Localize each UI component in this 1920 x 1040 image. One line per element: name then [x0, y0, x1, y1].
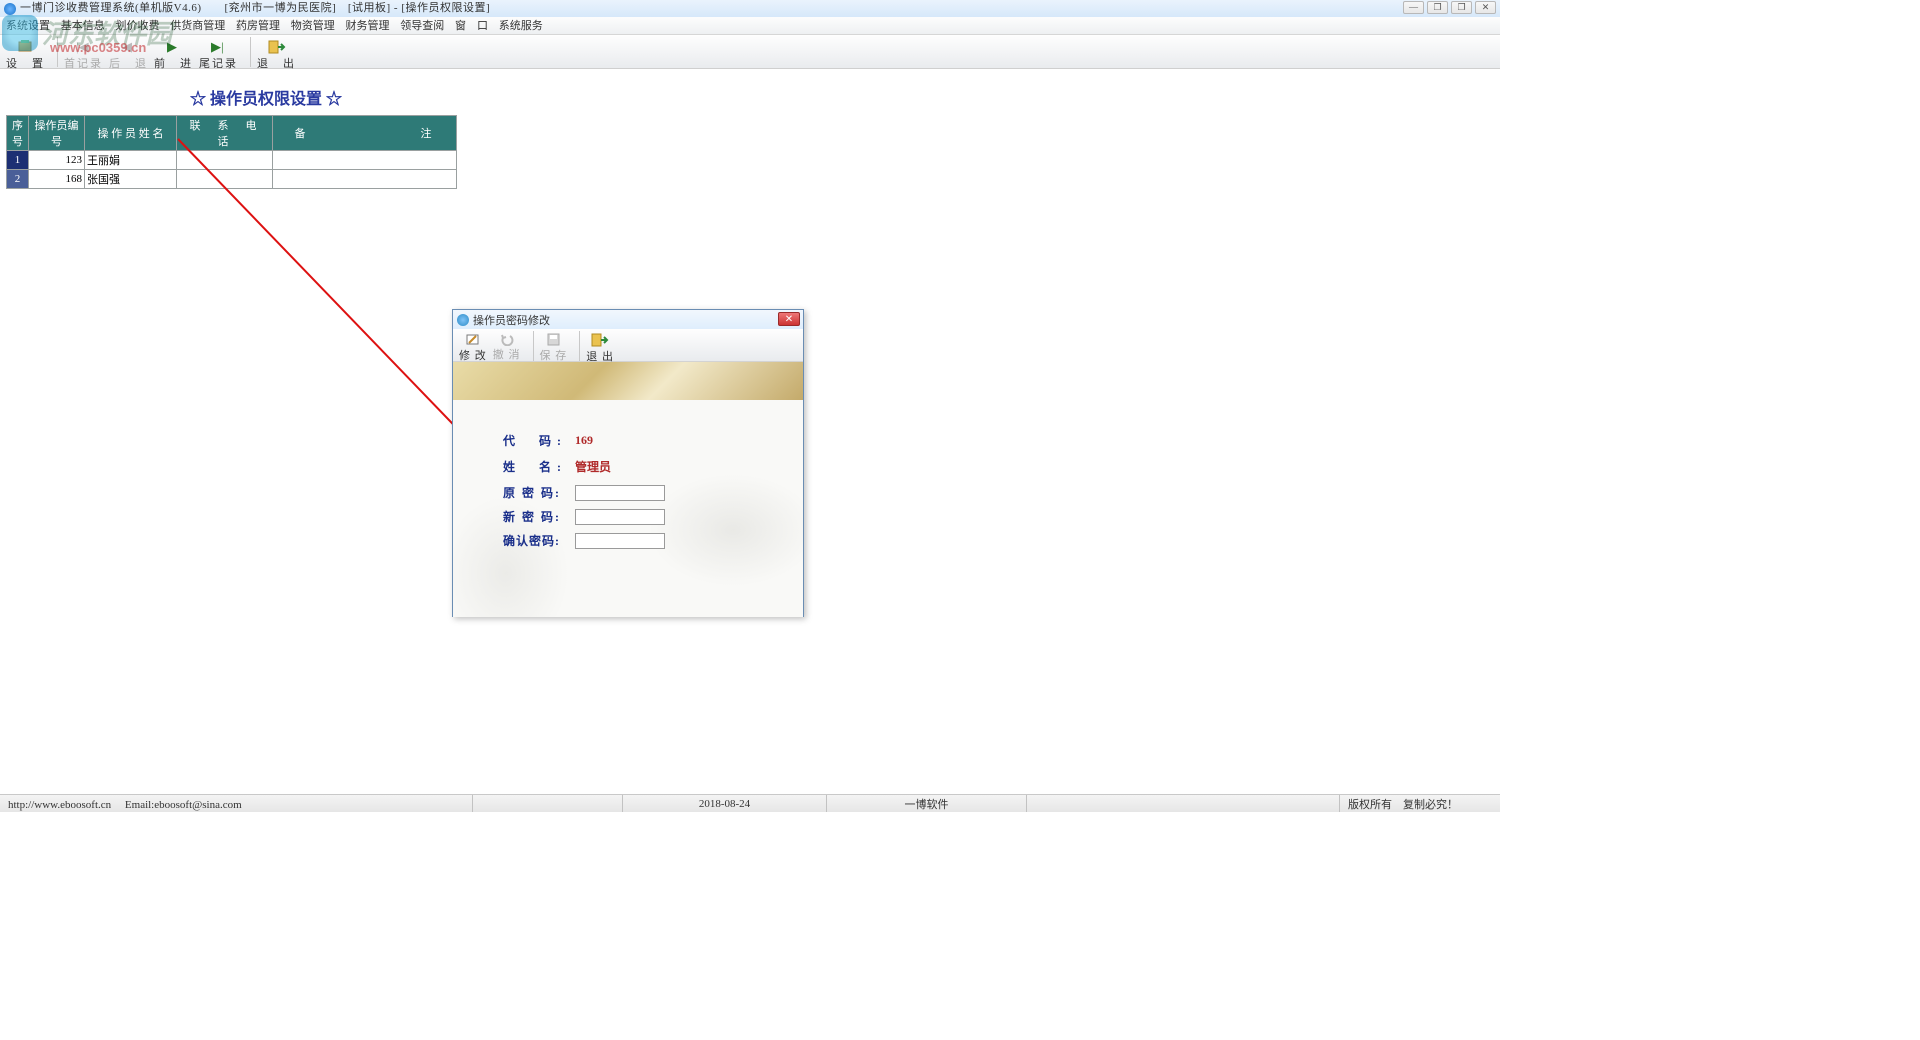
content-area: ☆ 操作员权限设置 ☆ 序号 操作员编号 操 作 员 姓 名 联 系 电 话 备…	[0, 69, 1500, 789]
menu-leader-query[interactable]: 领导查阅	[400, 20, 444, 32]
col-seq: 序号	[7, 116, 29, 151]
menu-materials[interactable]: 物资管理	[291, 20, 335, 32]
old-password-input[interactable]	[575, 485, 665, 501]
restore-button[interactable]: ❐	[1451, 1, 1472, 14]
dlg-exit-icon	[591, 332, 609, 348]
confirm-pwd-label: 确认密码:	[503, 532, 569, 549]
dlg-undo: 撤 消	[493, 331, 521, 359]
new-password-input[interactable]	[575, 509, 665, 525]
col-opcode: 操作员编号	[29, 116, 85, 151]
titlebar: 一博门诊收费管理系统(单机版V4.6) [兖州市一博为民医院] [试用板] - …	[0, 0, 1500, 17]
menubar: 系统设置 基本信息 划价收费 供货商管理 药房管理 物资管理 财务管理 领导查阅…	[0, 17, 1500, 35]
exit-icon	[268, 38, 286, 55]
status-empty1	[473, 795, 623, 812]
dlg-exit[interactable]: 退 出	[586, 331, 614, 359]
status-url: http://www.eboosoft.cn Email:eboosoft@si…	[0, 795, 473, 812]
save-icon	[544, 332, 562, 347]
table-row[interactable]: 1 123 王丽娟	[7, 151, 457, 170]
table-row[interactable]: 2 168 张国强	[7, 170, 457, 189]
status-bar: http://www.eboosoft.cn Email:eboosoft@si…	[0, 794, 1500, 812]
name-label: 姓 名:	[503, 458, 569, 475]
dlg-edit[interactable]: 修 改	[459, 331, 487, 359]
tb-exit[interactable]: 退 出	[257, 37, 296, 71]
col-remark: 备 注	[273, 116, 457, 151]
status-company: 一博软件	[827, 795, 1027, 812]
new-pwd-label: 新 密 码:	[503, 508, 569, 525]
operator-table: 序号 操作员编号 操 作 员 姓 名 联 系 电 话 备 注 1 123 王丽娟…	[6, 115, 457, 189]
watermark-logo	[2, 15, 38, 51]
status-copyright: 版权所有 复制必究！	[1340, 795, 1500, 812]
svg-text:▶|: ▶|	[211, 40, 224, 54]
menu-window[interactable]: 窗 口	[455, 20, 488, 32]
dialog-icon	[457, 314, 469, 326]
edit-icon	[464, 332, 482, 347]
dialog-banner	[453, 362, 803, 400]
mdi-restore-button[interactable]: ❐	[1427, 1, 1448, 14]
code-label: 代 码:	[503, 432, 569, 449]
dialog-close-button[interactable]: ✕	[778, 312, 800, 326]
watermark-url: www.pc0359.cn	[50, 40, 146, 55]
tb-last-record[interactable]: ▶| 尾记录	[199, 37, 238, 71]
page-title: ☆ 操作员权限设置 ☆	[0, 69, 1500, 115]
window-controls: — ❐ ❐ ✕	[1403, 1, 1496, 14]
menu-system-service[interactable]: 系统服务	[499, 20, 543, 32]
close-button[interactable]: ✕	[1475, 1, 1496, 14]
menu-finance[interactable]: 财务管理	[346, 20, 390, 32]
name-value: 管理员	[575, 458, 611, 475]
undo-icon	[498, 332, 516, 346]
last-icon: ▶|	[210, 38, 228, 55]
col-opname: 操 作 员 姓 名	[85, 116, 177, 151]
status-empty2	[1027, 795, 1340, 812]
toolbar: 设 置 |◀ 首记录 ◀ 后 退 ▶ 前 进 ▶| 尾记录 退 出	[0, 35, 1500, 69]
app-icon	[4, 3, 16, 15]
status-date: 2018-08-24	[623, 795, 827, 812]
old-pwd-label: 原 密 码:	[503, 484, 569, 501]
dialog-toolbar: 修 改 撤 消 保 存 退 出	[453, 329, 803, 362]
dialog-title: 操作员密码修改	[473, 312, 550, 328]
menu-pharmacy[interactable]: 药房管理	[236, 20, 280, 32]
dialog-body: 代 码: 169 姓 名: 管理员 原 密 码: 新 密 码: 确认密码:	[453, 400, 803, 617]
password-dialog: 操作员密码修改 ✕ 修 改 撤 消 保 存 退 出	[452, 309, 804, 617]
minimize-button[interactable]: —	[1403, 1, 1424, 14]
col-phone: 联 系 电 话	[177, 116, 273, 151]
menu-supplier[interactable]: 供货商管理	[170, 20, 225, 32]
dialog-titlebar[interactable]: 操作员密码修改 ✕	[453, 310, 803, 329]
dlg-save: 保 存	[540, 331, 568, 359]
code-value: 169	[575, 433, 593, 448]
confirm-password-input[interactable]	[575, 533, 665, 549]
